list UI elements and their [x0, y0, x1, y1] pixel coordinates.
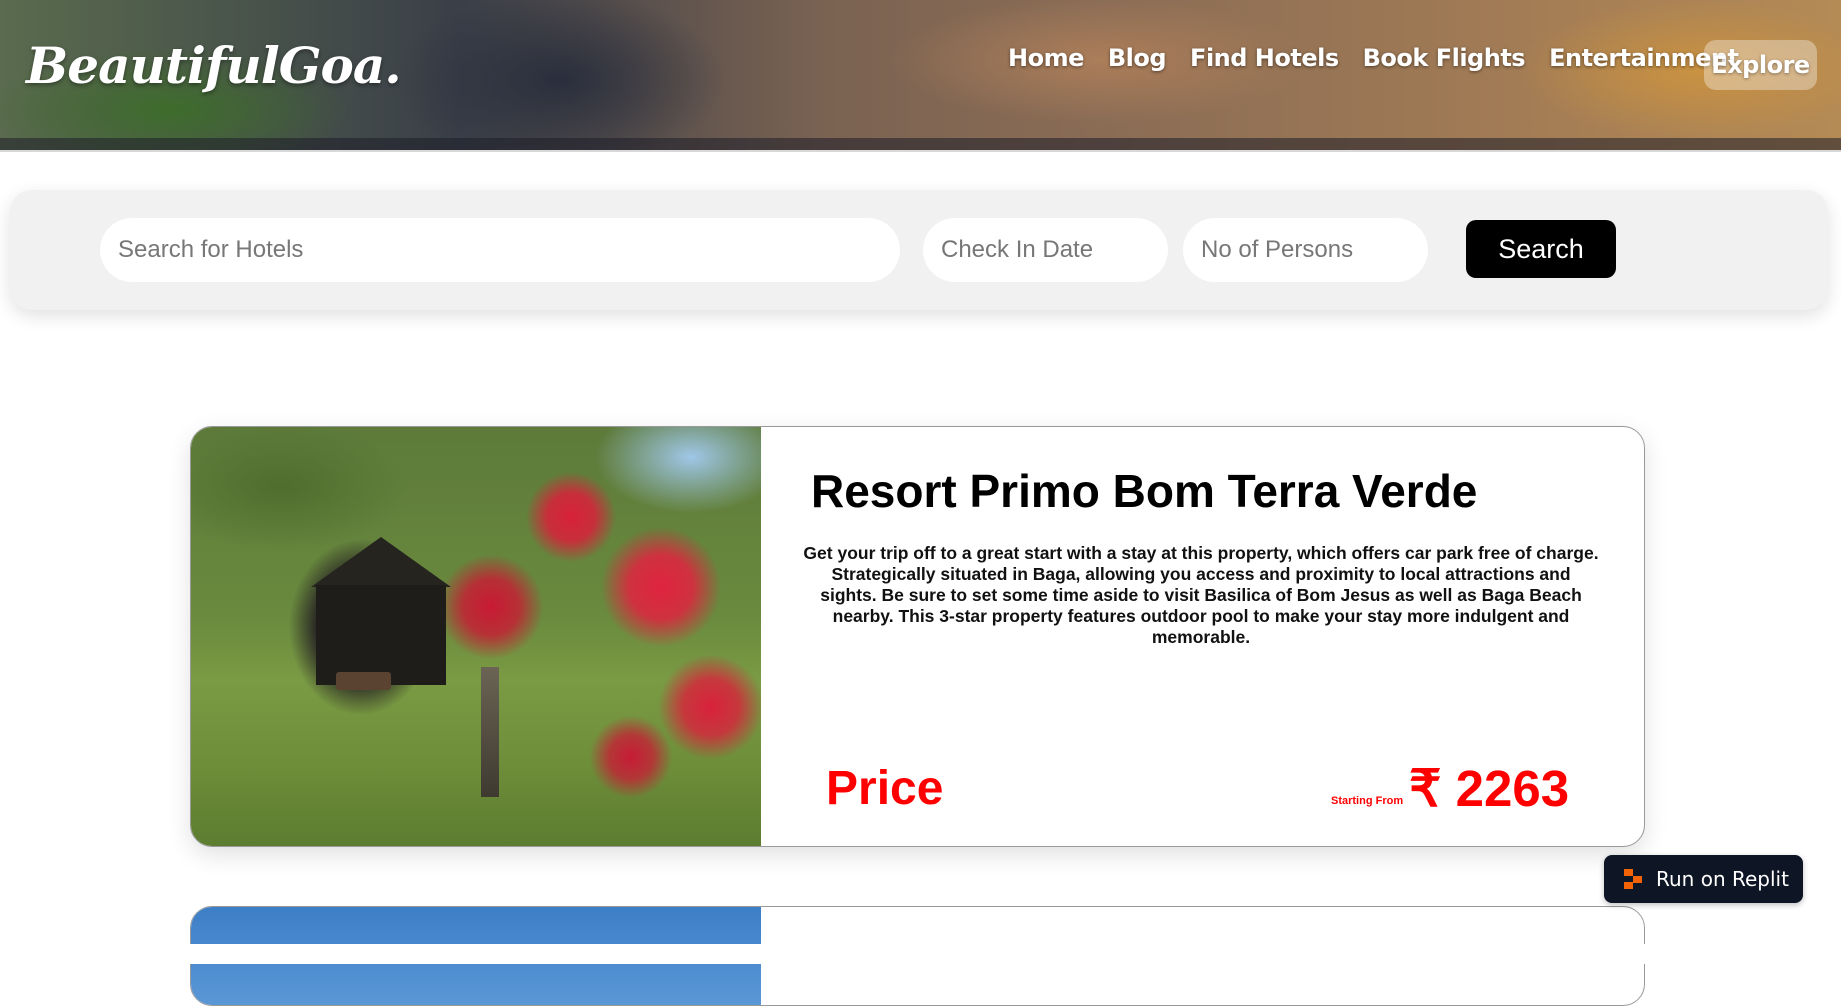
nav-book-flights[interactable]: Book Flights: [1363, 44, 1526, 72]
nav-find-hotels[interactable]: Find Hotels: [1190, 44, 1339, 72]
price-label: Price: [826, 762, 944, 815]
main-nav: Home Blog Find Hotels Book Flights Enter…: [1008, 44, 1762, 72]
replit-logo-icon: [1624, 869, 1644, 889]
hut-roof-shape: [311, 537, 451, 587]
search-button[interactable]: Search: [1466, 220, 1616, 278]
hotel-description: Get your trip off to a great start with …: [803, 543, 1599, 647]
nav-explore-button[interactable]: Explore: [1704, 40, 1817, 90]
hotel-name[interactable]: Resort Primo Bom Terra Verde: [811, 464, 1477, 518]
hotel-card[interactable]: Resort Primo Bom Terra Verde Get your tr…: [190, 426, 1645, 847]
price-value: ₹ 2263: [1409, 760, 1570, 817]
lamp-post-shape: [481, 667, 499, 797]
check-in-date-input[interactable]: [923, 218, 1168, 282]
replit-label: Run on Replit: [1656, 867, 1789, 891]
hotel-search-input[interactable]: [100, 218, 900, 282]
site-logo[interactable]: BeautifulGoa.: [26, 36, 402, 95]
page-bottom: [0, 944, 1841, 964]
hut-body-shape: [316, 585, 446, 685]
price-prefix: Starting From: [1331, 795, 1404, 807]
header-banner: BeautifulGoa. Home Blog Find Hotels Book…: [0, 0, 1841, 152]
hotel-image: [191, 427, 761, 846]
bench-shape: [336, 672, 391, 690]
nav-home[interactable]: Home: [1008, 44, 1084, 72]
run-on-replit-button[interactable]: Run on Replit: [1604, 855, 1803, 903]
nav-blog[interactable]: Blog: [1108, 44, 1167, 72]
persons-input[interactable]: [1183, 218, 1428, 282]
search-panel: Search: [10, 190, 1828, 310]
